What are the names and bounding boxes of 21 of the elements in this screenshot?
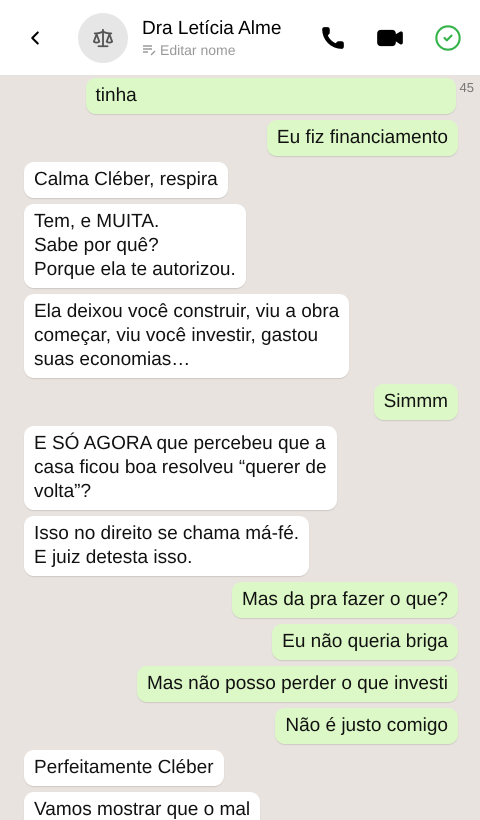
message-time: 45 bbox=[460, 79, 474, 97]
message-bubble: Eu não queria briga bbox=[272, 624, 458, 660]
message-bubble: Mas da pra fazer o que? bbox=[232, 582, 458, 618]
message-bubble: tinha bbox=[86, 78, 456, 114]
message-bubble: Calma Cléber, respira bbox=[24, 162, 228, 198]
message-bubble: Mas não posso perder o que investi bbox=[136, 666, 458, 702]
message-bubble: Tem, e MUITA. Sabe por quê? Porque ela te autorizou. bbox=[24, 204, 246, 288]
edit-lines-icon bbox=[142, 44, 156, 56]
message-bubble: Perfeitamente Cléber bbox=[24, 750, 224, 786]
avatar[interactable] bbox=[78, 12, 128, 62]
phone-icon[interactable] bbox=[320, 24, 346, 50]
message-bubble: Eu fiz financiamento bbox=[266, 120, 458, 156]
scale-icon bbox=[92, 26, 114, 48]
message-bubble: Não é justo comigo bbox=[275, 708, 458, 744]
message-bubble: E SÓ AGORA que percebeu que a casa ficou boa resolveu “querer de volta”? bbox=[24, 426, 337, 510]
message-bubble: Isso no direito se chama má-fé. E juiz detesta isso. bbox=[24, 516, 310, 576]
check-circle-icon[interactable] bbox=[434, 24, 462, 52]
message-bubble: Ela deixou você construir, viu a obra começar, viu você investir, gastou suas economias… bbox=[24, 294, 350, 378]
message-bubble: Simmm bbox=[374, 384, 458, 420]
contact-name[interactable]: Dra Letícia Alme bbox=[142, 16, 292, 40]
message-bubble: Vamos mostrar que o mal bbox=[24, 792, 260, 820]
